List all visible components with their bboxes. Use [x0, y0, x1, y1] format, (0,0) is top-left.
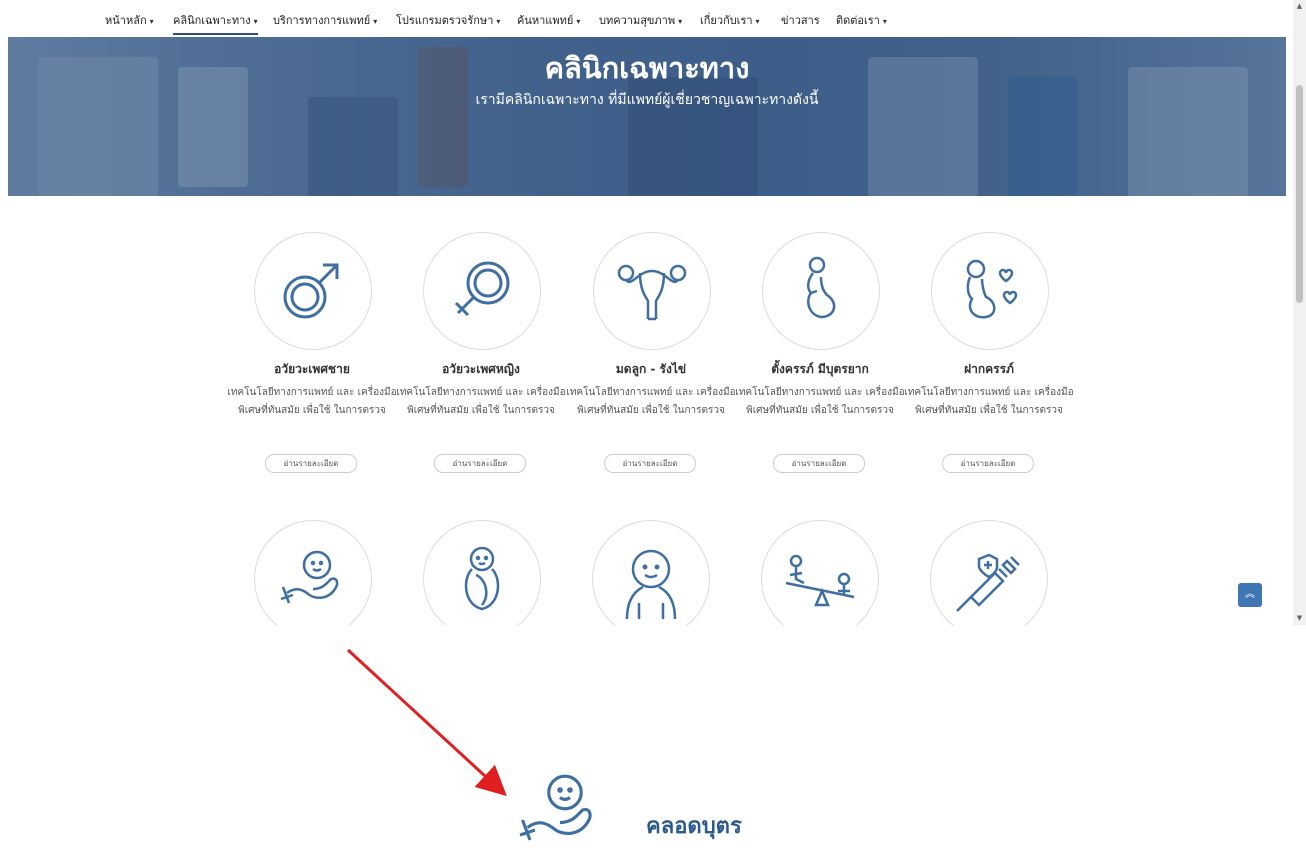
nav-label: คลินิกเฉพาะทาง: [173, 14, 251, 27]
chevron-down-icon: ▾: [755, 17, 760, 26]
nav-label: ข่าวสาร: [781, 14, 820, 27]
nav-label: ติดต่อเรา: [836, 14, 880, 27]
nav-item-news[interactable]: ข่าวสาร: [781, 11, 820, 29]
nav-item-contact[interactable]: ติดต่อเรา ▾: [836, 11, 887, 29]
read-more-button[interactable]: อ่านรายละเอียด: [434, 454, 526, 473]
clinic-card-uterus: มดลูก - รังไข่ เทคโนโลยีทางการแพทย์ และ …: [566, 232, 736, 482]
card-title: ตั้งครรภ์ มีบุตรยาก: [771, 362, 869, 376]
clinic-card-male: อวัยวะเพศชาย เทคโนโลยีทางการแพทย์ และ เค…: [227, 232, 397, 482]
uterus-icon[interactable]: [593, 232, 711, 350]
baby-in-hand-icon[interactable]: [254, 520, 372, 625]
scrollbar-thumb[interactable]: [1296, 85, 1303, 303]
top-navigation: หน้าหลัก ▾ คลินิกเฉพาะทาง ▾ บริการทางการแพ…: [0, 0, 1293, 37]
card-title: อวัยวะเพศหญิง: [442, 362, 520, 376]
female-symbol-icon[interactable]: [423, 232, 541, 350]
nav-label: เกี่ยวกับเรา: [700, 14, 753, 27]
nav-label: บริการทางการแพทย์: [273, 14, 371, 27]
card-description: เทคโนโลยีทางการแพทย์ และ เครื่องมือพิเศษ…: [396, 387, 566, 416]
clinic-card-antenatal: ฝากครรภ์ เทคโนโลยีทางการแพทย์ และ เครื่อ…: [904, 232, 1074, 482]
nav-label: ค้นหาแพทย์: [517, 14, 574, 27]
pregnant-heart-icon[interactable]: [931, 232, 1049, 350]
nav-item-about-us[interactable]: เกี่ยวกับเรา ▾: [700, 11, 760, 29]
seesaw-icon[interactable]: [761, 520, 879, 625]
card-description: เทคโนโลยีทางการแพทย์ และ เครื่องมือพิเศษ…: [227, 387, 397, 416]
male-symbol-icon[interactable]: [254, 232, 372, 350]
read-more-button[interactable]: อ่านรายละเอียด: [942, 454, 1034, 473]
hero-subtitle: เรามีคลินิกเฉพาะทาง ที่มีแพทย์ผู้เชี่ยวช…: [475, 92, 819, 108]
clinic-card-pregnancy-infertility: ตั้งครรภ์ มีบุตรยาก เทคโนโลยีทางการแพทย์…: [735, 232, 905, 482]
chevron-down-icon: ▾: [149, 17, 154, 26]
chevron-down-icon: ▾: [496, 17, 501, 26]
child-face-icon[interactable]: [592, 520, 710, 625]
chevron-down-icon: ▾: [678, 17, 683, 26]
nav-item-health-articles[interactable]: บทความสุขภาพ ▾: [599, 11, 682, 29]
chevron-down-icon: ▾: [373, 17, 378, 26]
nav-item-specialty-clinic[interactable]: คลินิกเฉพาะทาง ▾: [173, 11, 258, 35]
scroll-up-arrow-icon[interactable]: ▲: [1295, 2, 1304, 11]
nav-item-find-doctor[interactable]: ค้นหาแพทย์ ▾: [517, 11, 580, 29]
chevron-down-icon: ▾: [882, 17, 887, 26]
baby-in-hand-icon: [519, 774, 592, 841]
clinic-card-female: อวัยวะเพศหญิง เทคโนโลยีทางการแพทย์ และ เ…: [396, 232, 566, 482]
zoom-callout-icon: [505, 760, 615, 864]
nav-item-home[interactable]: หน้าหลัก ▾: [105, 11, 154, 29]
nav-label: หน้าหลัก: [105, 14, 147, 27]
hero-title: คลินิกเฉพาะทาง: [544, 51, 750, 85]
card-description: เทคโนโลยีทางการแพทย์ และ เครื่องมือพิเศษ…: [566, 387, 736, 416]
swaddled-baby-icon[interactable]: [423, 520, 541, 625]
nav-item-checkup-programs[interactable]: โปรแกรมตรวจรักษา ▾: [396, 11, 500, 29]
chevron-down-icon: ▾: [576, 17, 581, 26]
scroll-down-arrow-icon[interactable]: ▼: [1295, 614, 1304, 623]
nav-item-medical-services[interactable]: บริการทางการแพทย์ ▾: [273, 11, 377, 29]
nav-label: โปรแกรมตรวจรักษา: [396, 14, 494, 27]
double-chevron-up-icon[interactable]: ︽: [1238, 583, 1262, 607]
browser-viewport: หน้าหลัก ▾ คลินิกเฉพาะทาง ▾ บริการทางการแพ…: [0, 0, 1293, 625]
nav-label: บทความสุขภาพ: [599, 14, 676, 27]
card-description: เทคโนโลยีทางการแพทย์ และ เครื่องมือพิเศษ…: [735, 387, 905, 416]
zoom-callout-label: คลอดบุตร: [646, 814, 742, 839]
card-description: เทคโนโลยีทางการแพทย์ และ เครื่องมือพิเศษ…: [904, 387, 1074, 416]
pregnant-woman-icon[interactable]: [762, 232, 880, 350]
vaccine-syringe-icon[interactable]: [930, 520, 1048, 625]
card-title: มดลูก - รังไข่: [615, 362, 687, 376]
read-more-button[interactable]: อ่านรายละเอียด: [773, 454, 865, 473]
card-title: ฝากครรภ์: [964, 362, 1014, 376]
hero-banner: คลินิกเฉพาะทาง เรามีคลินิกเฉพาะทาง ที่มี…: [8, 37, 1286, 196]
read-more-button[interactable]: อ่านรายละเอียด: [604, 454, 696, 473]
card-title: อวัยวะเพศชาย: [274, 362, 350, 376]
vertical-scrollbar[interactable]: ▲ ▼: [1293, 0, 1306, 625]
chevron-down-icon: ▾: [253, 17, 258, 26]
read-more-button[interactable]: อ่านรายละเอียด: [265, 454, 357, 473]
